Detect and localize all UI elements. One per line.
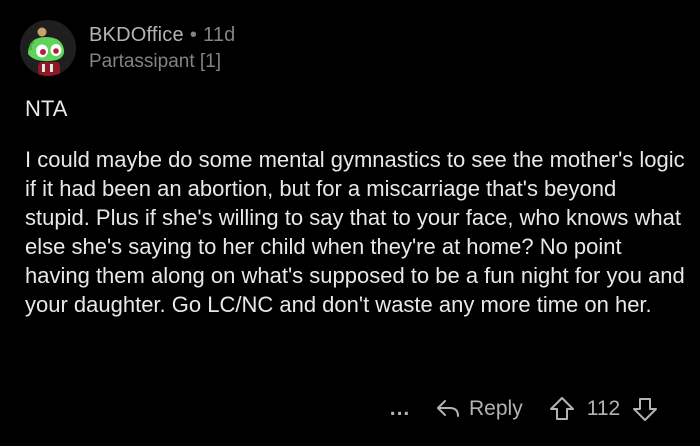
vote-score: 112 [586, 397, 621, 420]
more-options-button[interactable]: ... [385, 397, 415, 421]
comment-body-paragraph: I could maybe do some mental gymnastics … [25, 147, 685, 317]
user-flair: Partassipant [1] [89, 51, 222, 72]
downvote-arrow-icon[interactable] [632, 396, 658, 422]
comment-age[interactable]: 11d [203, 24, 236, 46]
snoo-avatar-icon [20, 20, 76, 76]
upvote-arrow-icon[interactable] [549, 396, 575, 422]
comment-body: I could maybe do some mental gymnastics … [25, 145, 685, 319]
comment-header: BKDOffice • 11d [89, 24, 236, 47]
vote-controls: 112 [549, 396, 658, 422]
header-separator: • [189, 24, 198, 46]
reply-label: Reply [469, 397, 523, 420]
reply-arrow-icon [437, 400, 459, 417]
user-avatar[interactable] [20, 20, 76, 76]
comment-actions-bar: ... Reply 112 [385, 392, 685, 426]
reply-button[interactable]: Reply [435, 397, 523, 421]
username-link[interactable]: BKDOffice [89, 24, 184, 46]
comment-verdict: NTA [25, 96, 68, 121]
